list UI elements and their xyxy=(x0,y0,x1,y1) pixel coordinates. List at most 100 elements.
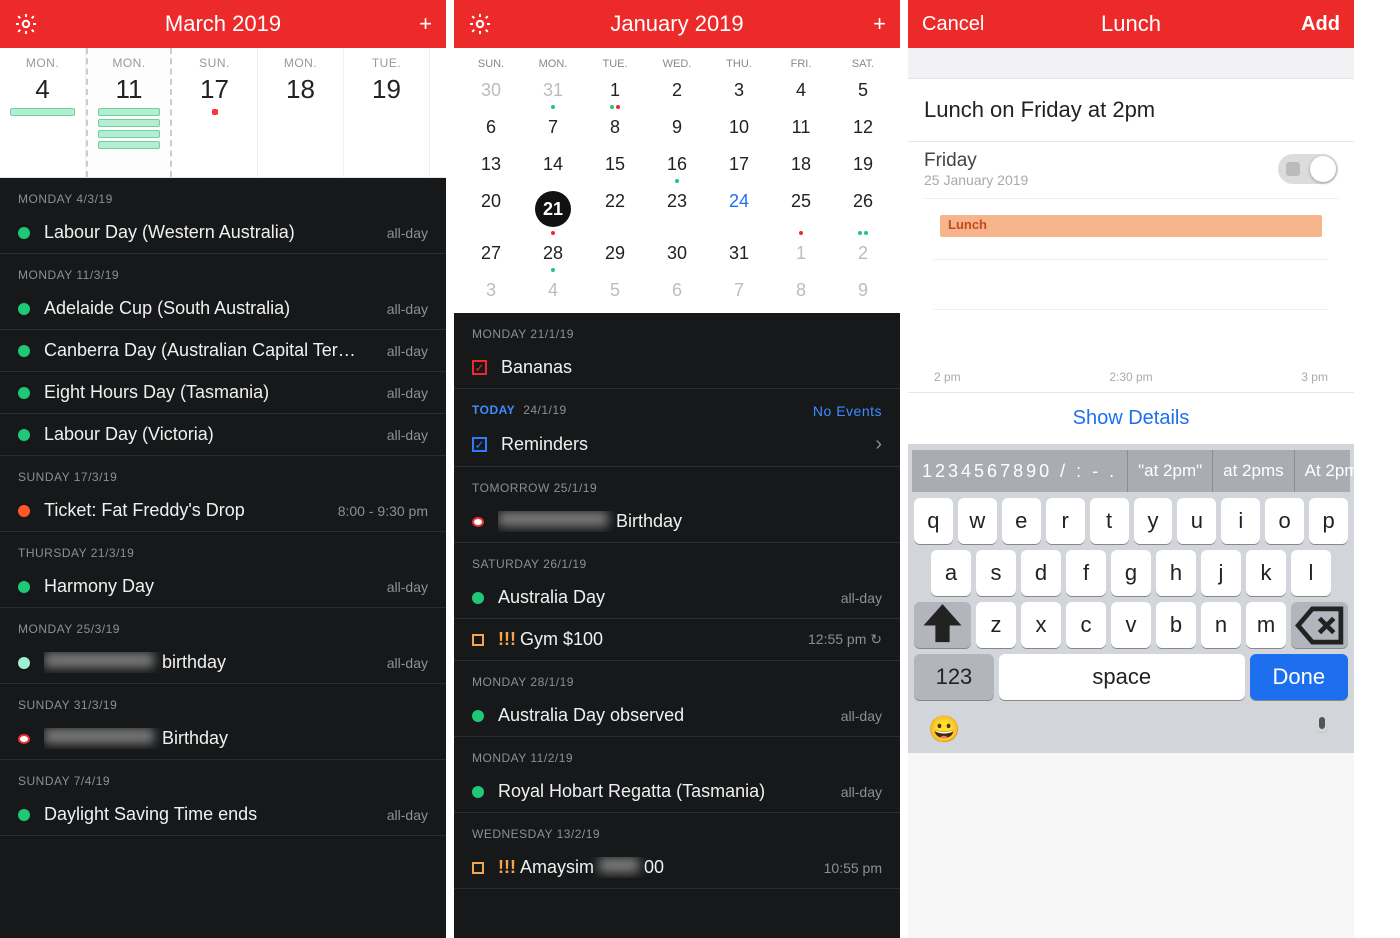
month-day-cell[interactable]: 2 xyxy=(832,237,894,274)
month-day-cell[interactable]: 5 xyxy=(584,274,646,311)
event-row[interactable]: Harmony Dayall-day xyxy=(0,566,446,608)
letter-key[interactable]: q xyxy=(914,498,953,544)
event-row[interactable]: Australia Dayall-day xyxy=(454,577,900,619)
month-day-cell[interactable]: 10 xyxy=(708,111,770,148)
month-day-cell[interactable]: 9 xyxy=(646,111,708,148)
month-day-cell[interactable]: 18 xyxy=(770,148,832,185)
event-row[interactable]: ✓Reminders› xyxy=(454,423,900,467)
letter-key[interactable]: l xyxy=(1291,550,1331,596)
month-day-cell[interactable]: 27 xyxy=(460,237,522,274)
add-event-plus-icon[interactable]: + xyxy=(419,12,432,36)
month-day-cell[interactable]: 31 xyxy=(708,237,770,274)
event-row[interactable]: !!!Amaysim xx 0010:55 pm xyxy=(454,847,900,889)
agenda-list[interactable]: MONDAY 21/1/19✓BananasTODAY24/1/19No Eve… xyxy=(454,313,900,938)
month-day-cell[interactable]: 16 xyxy=(646,148,708,185)
event-row[interactable]: Adelaide Cup (South Australia)all-day xyxy=(0,288,446,330)
event-row[interactable]: Daylight Saving Time endsall-day xyxy=(0,794,446,836)
timeline[interactable]: Lunch 2 pm 2:30 pm 3 pm xyxy=(924,198,1338,388)
month-day-cell[interactable]: 6 xyxy=(460,111,522,148)
letter-key[interactable]: r xyxy=(1046,498,1085,544)
event-row[interactable]: Labour Day (Western Australia)all-day xyxy=(0,212,446,254)
suggestion[interactable]: At 2pm xyxy=(1295,450,1354,492)
letter-key[interactable]: o xyxy=(1265,498,1304,544)
letter-key[interactable]: e xyxy=(1002,498,1041,544)
month-day-cell[interactable]: 23 xyxy=(646,185,708,237)
event-block[interactable]: Lunch xyxy=(940,215,1322,237)
add-event-plus-icon[interactable]: + xyxy=(873,12,886,36)
settings-gear-icon[interactable] xyxy=(468,12,492,36)
suggestion[interactable]: "at 2pm" xyxy=(1128,450,1213,492)
week-day-column[interactable]: MON. 11 xyxy=(86,48,172,177)
backspace-key-icon[interactable] xyxy=(1291,602,1348,648)
week-day-column[interactable]: TUE. 19 xyxy=(344,48,430,177)
event-row[interactable]: xxbirthdayall-day xyxy=(0,642,446,684)
month-day-cell[interactable]: 2 xyxy=(646,74,708,111)
month-day-cell[interactable]: 6 xyxy=(646,274,708,311)
week-strip[interactable]: MON. 4MON. 11SUN. 17MON. 18TUE. 19 xyxy=(0,48,446,178)
letter-key[interactable]: c xyxy=(1066,602,1106,648)
month-day-cell[interactable]: 14 xyxy=(522,148,584,185)
month-day-cell[interactable]: 7 xyxy=(708,274,770,311)
letter-key[interactable]: m xyxy=(1246,602,1286,648)
month-day-cell[interactable]: 9 xyxy=(832,274,894,311)
month-day-cell[interactable]: 26 xyxy=(832,185,894,237)
letter-key[interactable]: x xyxy=(1021,602,1061,648)
week-day-column[interactable]: MON. 18 xyxy=(258,48,344,177)
done-key[interactable]: Done xyxy=(1250,654,1348,700)
month-day-cell[interactable]: 8 xyxy=(770,274,832,311)
month-day-cell[interactable]: 11 xyxy=(770,111,832,148)
month-day-cell[interactable]: 19 xyxy=(832,148,894,185)
event-row[interactable]: Royal Hobart Regatta (Tasmania)all-day xyxy=(454,771,900,813)
month-day-cell[interactable]: 24 xyxy=(708,185,770,237)
letter-key[interactable]: b xyxy=(1156,602,1196,648)
month-day-cell[interactable]: 4 xyxy=(770,74,832,111)
week-day-column[interactable]: MON. 4 xyxy=(0,48,86,177)
month-day-cell[interactable]: 15 xyxy=(584,148,646,185)
dictation-mic-icon[interactable] xyxy=(1310,714,1334,745)
month-day-cell[interactable]: 22 xyxy=(584,185,646,237)
letter-key[interactable]: p xyxy=(1309,498,1348,544)
suggestion[interactable]: at 2pms xyxy=(1213,450,1294,492)
checkbox-icon[interactable]: ✓ xyxy=(472,360,487,375)
month-day-cell[interactable]: 4 xyxy=(522,274,584,311)
letter-key[interactable]: n xyxy=(1201,602,1241,648)
letter-key[interactable]: k xyxy=(1246,550,1286,596)
letter-key[interactable]: h xyxy=(1156,550,1196,596)
event-row[interactable]: Ticket: Fat Freddy's Drop8:00 - 9:30 pm xyxy=(0,490,446,532)
month-day-cell[interactable]: 31 xyxy=(522,74,584,111)
event-row[interactable]: !!!Gym $10012:55 pm ↻ xyxy=(454,619,900,661)
event-row[interactable]: Labour Day (Victoria)all-day xyxy=(0,414,446,456)
letter-key[interactable]: v xyxy=(1111,602,1151,648)
agenda-list[interactable]: MONDAY 4/3/19Labour Day (Western Austral… xyxy=(0,178,446,938)
event-row[interactable]: Eight Hours Day (Tasmania)all-day xyxy=(0,372,446,414)
month-day-cell[interactable]: 17 xyxy=(708,148,770,185)
month-day-cell[interactable]: 30 xyxy=(646,237,708,274)
month-day-cell[interactable]: 25 xyxy=(770,185,832,237)
allday-toggle[interactable] xyxy=(1278,154,1338,184)
month-grid[interactable]: SUN.MON.TUE.WED.THU.FRI.SAT.303112345678… xyxy=(454,48,900,313)
month-day-cell[interactable]: 12 xyxy=(832,111,894,148)
letter-key[interactable]: i xyxy=(1221,498,1260,544)
letter-key[interactable]: u xyxy=(1177,498,1216,544)
numrow-hint[interactable]: 1234567890 / : - . xyxy=(912,450,1128,492)
shift-key-icon[interactable] xyxy=(914,602,971,648)
month-day-cell[interactable]: 1 xyxy=(584,74,646,111)
month-day-cell[interactable]: 21 xyxy=(522,185,584,237)
month-day-cell[interactable]: 8 xyxy=(584,111,646,148)
cancel-button[interactable]: Cancel xyxy=(922,13,984,36)
checkbox-icon[interactable]: ✓ xyxy=(472,437,487,452)
month-day-cell[interactable]: 28 xyxy=(522,237,584,274)
letter-key[interactable]: s xyxy=(976,550,1016,596)
settings-gear-icon[interactable] xyxy=(14,12,38,36)
letter-key[interactable]: w xyxy=(958,498,997,544)
month-day-cell[interactable]: 29 xyxy=(584,237,646,274)
nlp-input[interactable]: Lunch on Friday at 2pm xyxy=(908,78,1354,141)
letter-key[interactable]: y xyxy=(1134,498,1173,544)
month-day-cell[interactable]: 7 xyxy=(522,111,584,148)
month-day-cell[interactable]: 20 xyxy=(460,185,522,237)
event-row[interactable]: ✓Bananas xyxy=(454,347,900,389)
emoji-key-icon[interactable]: 😀 xyxy=(928,714,960,745)
event-row[interactable]: xxBirthday xyxy=(454,501,900,543)
show-details-link[interactable]: Show Details xyxy=(908,392,1354,444)
letter-key[interactable]: z xyxy=(976,602,1016,648)
